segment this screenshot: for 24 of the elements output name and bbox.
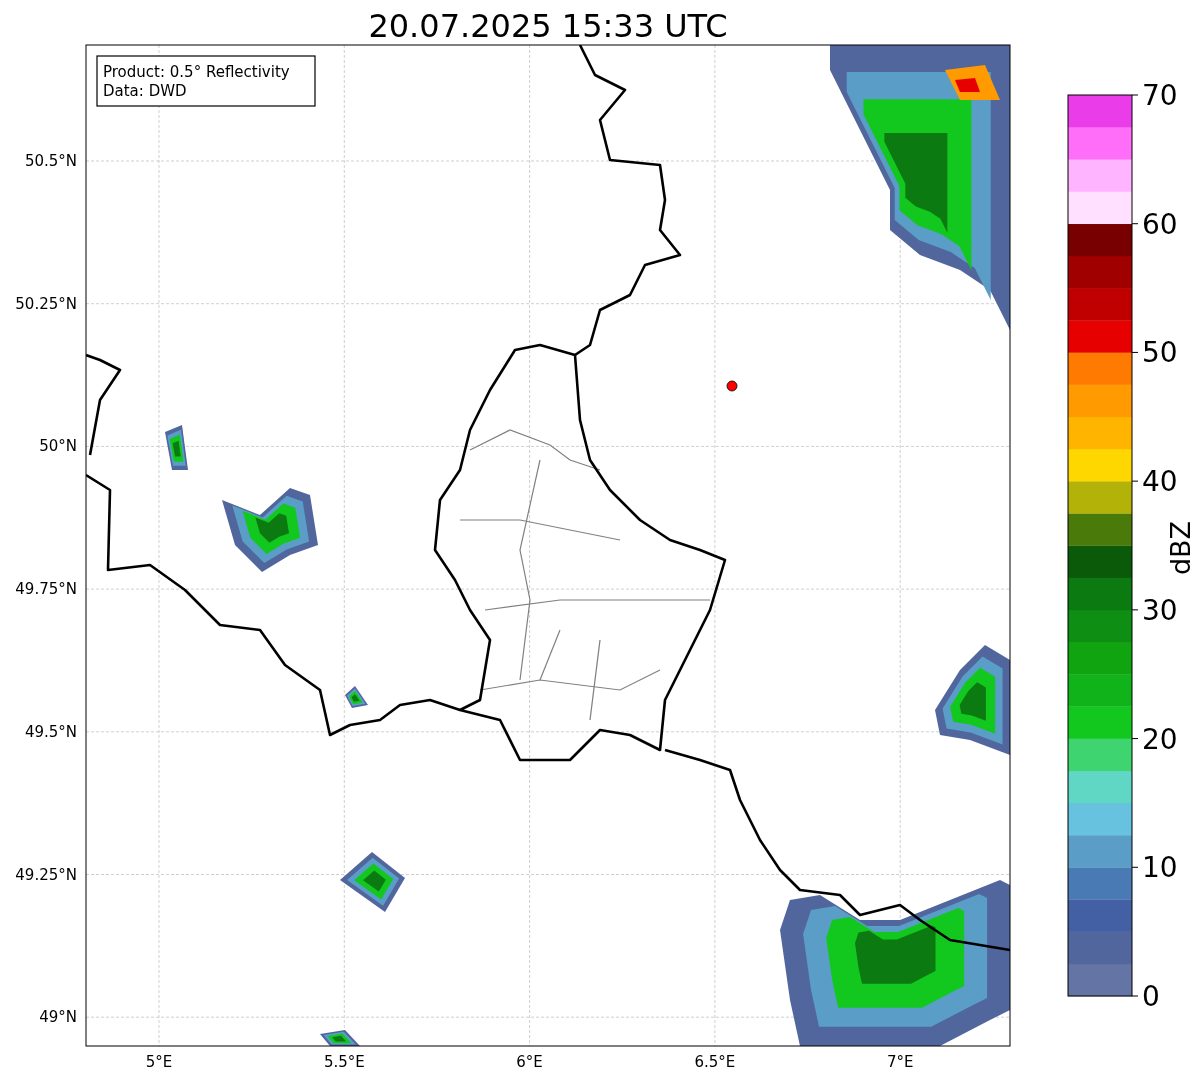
colorbar-tick-label: 30 <box>1142 593 1178 627</box>
colorbar-tick-label: 20 <box>1142 722 1178 756</box>
colorbar-tick-label: 60 <box>1142 207 1178 241</box>
colorbar-tick-label: 10 <box>1142 851 1178 885</box>
colorbar-tick-label: 0 <box>1142 980 1160 1013</box>
latitude-label: 49.5°N <box>24 722 77 741</box>
colorbar-tick-label: 70 <box>1142 79 1178 112</box>
longitude-label: 5.5°E <box>323 1053 365 1071</box>
colorbar-tick-label: 50 <box>1142 336 1178 370</box>
latitude-label: 50.5°N <box>24 152 77 170</box>
longitude-label: 6°E <box>516 1053 543 1071</box>
latitude-label: 50.25°N <box>15 294 77 313</box>
longitude-label: 5°E <box>145 1053 173 1071</box>
longitude-label: 6.5°E <box>694 1053 736 1071</box>
longitude-label: 7°E <box>886 1053 914 1071</box>
latitude-label: 49.75°N <box>15 580 77 599</box>
info-text: Product: 0.5° Reflectivity <box>103 63 290 81</box>
colorbar-label: dBZ <box>1165 520 1196 576</box>
latitude-label: 49°N <box>39 1008 77 1027</box>
colorbar-tick-label: 40 <box>1142 465 1178 499</box>
chart-title: 20.07.2025 15:33 UTC <box>368 7 728 45</box>
latitude-label: 49.25°N <box>15 865 77 884</box>
info-text: Data: DWD <box>103 82 187 100</box>
latitude-label: 50°N <box>39 437 77 456</box>
